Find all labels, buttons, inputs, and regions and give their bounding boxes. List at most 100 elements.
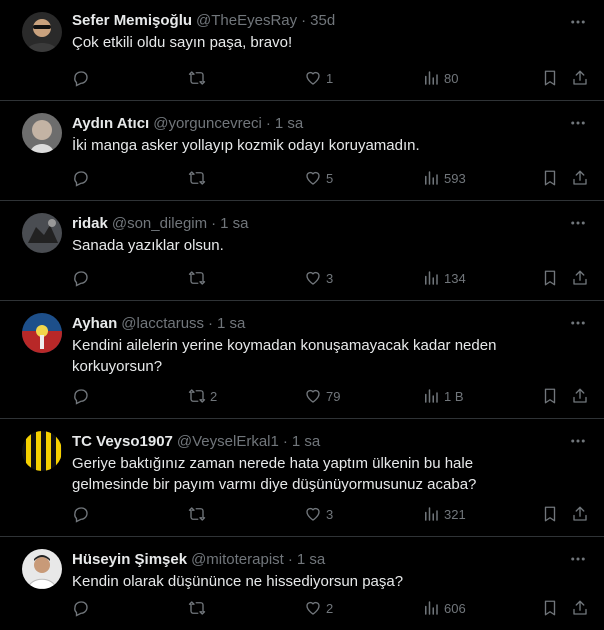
share-button[interactable] bbox=[571, 504, 589, 524]
share-button[interactable] bbox=[571, 598, 589, 618]
author-handle[interactable]: @VeyselErkal1 bbox=[177, 433, 279, 450]
repost-button[interactable] bbox=[188, 598, 210, 618]
views-button[interactable]: 80 bbox=[422, 68, 458, 88]
more-dots-icon[interactable] bbox=[568, 213, 588, 233]
bar-chart-icon bbox=[425, 389, 438, 403]
tweet-text: Sanada yazıklar olsun. bbox=[72, 237, 224, 254]
heart-icon bbox=[306, 601, 320, 615]
action-bar: 3 321 bbox=[72, 504, 588, 524]
share-upload-icon bbox=[573, 600, 587, 615]
like-button[interactable]: 5 bbox=[304, 168, 333, 188]
repost-button[interactable] bbox=[188, 268, 210, 288]
share-button[interactable] bbox=[571, 168, 589, 188]
like-button[interactable]: 3 bbox=[304, 504, 333, 524]
reply-button[interactable] bbox=[72, 168, 94, 188]
bar-chart-icon bbox=[425, 271, 438, 285]
view-count: 321 bbox=[444, 506, 466, 522]
timestamp[interactable]: 1 sa bbox=[297, 551, 325, 568]
reply-tweet[interactable]: Ayhan @lacctaruss · 1 sa Kendini aileler… bbox=[0, 301, 604, 419]
author-name[interactable]: Hüseyin Şimşek bbox=[72, 551, 187, 568]
repost-arrows-icon bbox=[188, 271, 206, 285]
action-bar: 1 80 bbox=[72, 68, 588, 88]
author-handle[interactable]: @TheEyesRay bbox=[196, 12, 297, 29]
reply-tweet[interactable]: Sefer Memişoğlu @TheEyesRay · 35d Çok et… bbox=[0, 0, 604, 101]
speech-bubble-icon bbox=[74, 271, 88, 287]
avatar[interactable] bbox=[22, 431, 62, 471]
share-button[interactable] bbox=[571, 268, 589, 288]
timestamp[interactable]: 1 sa bbox=[220, 215, 248, 232]
reply-tweet[interactable]: ridak @son_dilegim · 1 sa Sanada yazıkla… bbox=[0, 201, 604, 301]
timestamp[interactable]: 1 sa bbox=[275, 115, 303, 132]
bookmark-button[interactable] bbox=[541, 68, 559, 88]
speech-bubble-icon bbox=[74, 171, 88, 187]
like-count: 3 bbox=[326, 506, 334, 522]
more-dots-icon[interactable] bbox=[568, 549, 588, 569]
avatar[interactable] bbox=[22, 12, 62, 52]
bookmark-icon bbox=[544, 388, 556, 404]
author-name[interactable]: Ayhan bbox=[72, 315, 117, 332]
author-handle[interactable]: @yorguncevreci bbox=[153, 115, 262, 132]
author-name[interactable]: TC Veyso1907 bbox=[72, 433, 173, 450]
author-name[interactable]: Aydın Atıcı bbox=[72, 115, 149, 132]
author-handle[interactable]: @lacctaruss bbox=[121, 315, 204, 332]
reply-button[interactable] bbox=[72, 598, 94, 618]
speech-bubble-icon bbox=[74, 601, 88, 617]
share-upload-icon bbox=[573, 506, 587, 521]
views-button[interactable]: 606 bbox=[422, 598, 466, 618]
timestamp[interactable]: 1 sa bbox=[217, 315, 245, 332]
bookmark-button[interactable] bbox=[541, 168, 559, 188]
like-button[interactable]: 2 bbox=[304, 598, 333, 618]
reply-button[interactable] bbox=[72, 68, 94, 88]
more-dots-icon[interactable] bbox=[568, 313, 588, 333]
avatar[interactable] bbox=[22, 213, 62, 253]
views-button[interactable]: 1 B bbox=[422, 386, 464, 406]
author-name[interactable]: Sefer Memişoğlu bbox=[72, 12, 192, 29]
bookmark-icon bbox=[544, 70, 556, 86]
repost-arrows-icon bbox=[188, 507, 206, 521]
action-bar: 2 606 bbox=[72, 598, 588, 618]
reply-tweet[interactable]: Aydın Atıcı @yorguncevreci · 1 sa İki ma… bbox=[0, 101, 604, 201]
share-button[interactable] bbox=[571, 386, 589, 406]
reply-tweet[interactable]: Hüseyin Şimşek @mitoterapist · 1 sa Kend… bbox=[0, 537, 604, 630]
bookmark-button[interactable] bbox=[541, 386, 559, 406]
repost-button[interactable]: 2 bbox=[188, 386, 217, 406]
author-handle[interactable]: @son_dilegim bbox=[112, 215, 207, 232]
action-bar: 5 593 bbox=[72, 168, 588, 188]
tweet-text: Çok etkili oldu sayın paşa, bravo! bbox=[72, 34, 293, 51]
more-dots-icon[interactable] bbox=[568, 113, 588, 133]
reply-button[interactable] bbox=[72, 268, 94, 288]
share-button[interactable] bbox=[571, 68, 589, 88]
author-name[interactable]: ridak bbox=[72, 215, 108, 232]
action-bar: 3 134 bbox=[72, 268, 588, 288]
repost-button[interactable] bbox=[188, 168, 210, 188]
bar-chart-icon bbox=[425, 507, 438, 521]
share-upload-icon bbox=[573, 388, 587, 403]
view-count: 606 bbox=[444, 600, 466, 616]
views-button[interactable]: 321 bbox=[422, 504, 466, 524]
avatar[interactable] bbox=[22, 549, 62, 589]
speech-bubble-icon bbox=[74, 71, 88, 87]
reply-button[interactable] bbox=[72, 386, 94, 406]
views-button[interactable]: 593 bbox=[422, 168, 466, 188]
like-button[interactable]: 79 bbox=[304, 386, 340, 406]
more-dots-icon[interactable] bbox=[568, 431, 588, 451]
reply-button[interactable] bbox=[72, 504, 94, 524]
bookmark-button[interactable] bbox=[541, 504, 559, 524]
bookmark-button[interactable] bbox=[541, 598, 559, 618]
separator-dot: · bbox=[211, 214, 217, 232]
timestamp[interactable]: 35d bbox=[310, 12, 335, 29]
view-count: 80 bbox=[444, 70, 459, 86]
repost-button[interactable] bbox=[188, 504, 210, 524]
timestamp[interactable]: 1 sa bbox=[292, 433, 320, 450]
avatar[interactable] bbox=[22, 313, 62, 353]
like-button[interactable]: 3 bbox=[304, 268, 333, 288]
avatar[interactable] bbox=[22, 113, 62, 153]
author-handle[interactable]: @mitoterapist bbox=[191, 551, 284, 568]
bookmark-button[interactable] bbox=[541, 268, 559, 288]
like-button[interactable]: 1 bbox=[304, 68, 333, 88]
views-button[interactable]: 134 bbox=[422, 268, 466, 288]
bookmark-icon bbox=[544, 270, 556, 286]
repost-button[interactable] bbox=[188, 68, 210, 88]
reply-tweet[interactable]: TC Veyso1907 @VeyselErkal1 · 1 sa Geriye… bbox=[0, 419, 604, 537]
more-dots-icon[interactable] bbox=[568, 12, 588, 32]
